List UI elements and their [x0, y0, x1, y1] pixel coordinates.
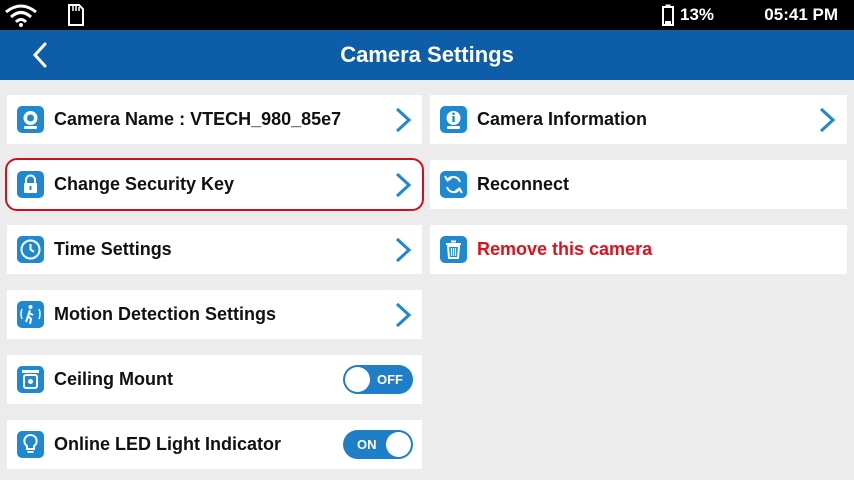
time-settings-row[interactable]: Time Settings: [7, 225, 422, 274]
row-label: Camera Name : VTECH_980_85e7: [54, 109, 342, 129]
row-label: Remove this camera: [477, 239, 653, 259]
chevron-right-icon: [395, 172, 412, 198]
chevron-right-icon: [395, 107, 412, 133]
row-label: Change Security Key: [54, 174, 235, 194]
row-label: Time Settings: [54, 239, 172, 259]
chevron-right-icon: [395, 302, 412, 328]
change-security-key-row[interactable]: Change Security Key: [5, 158, 424, 211]
wifi-icon: [5, 4, 37, 27]
camera-information-row[interactable]: Camera Information: [430, 95, 847, 144]
clock-icon: [17, 236, 44, 263]
sd-card-icon: [68, 4, 84, 26]
page-title: Camera Settings: [340, 42, 514, 67]
led-indicator-toggle[interactable]: ON: [343, 430, 413, 459]
row-label: Reconnect: [477, 174, 570, 194]
row-label: Camera Information: [477, 109, 648, 129]
toggle-knob: [386, 432, 411, 457]
ceiling-mount-toggle[interactable]: OFF: [343, 365, 413, 394]
trash-icon: [440, 236, 467, 263]
reconnect-row[interactable]: Reconnect: [430, 160, 847, 209]
chevron-right-icon: [395, 237, 412, 263]
motion-detection-row[interactable]: Motion Detection Settings: [7, 290, 422, 339]
info-camera-icon: [440, 106, 467, 133]
motion-icon: [17, 301, 44, 328]
remove-camera-row[interactable]: Remove this camera: [430, 225, 847, 274]
row-label: Online LED Light Indicator: [54, 434, 281, 454]
toggle-state: ON: [357, 437, 377, 452]
row-label: Motion Detection Settings: [54, 304, 276, 324]
lock-icon: [17, 171, 44, 198]
led-indicator-row: Online LED Light Indicator ON: [7, 420, 422, 469]
battery-percent: 13%: [680, 5, 715, 24]
ceiling-mount-icon: [17, 366, 44, 393]
toggle-state: OFF: [377, 372, 403, 387]
status-bar: 13% 05:41 PM: [0, 0, 854, 30]
toggle-knob: [345, 367, 370, 392]
camera-name-row[interactable]: Camera Name : VTECH_980_85e7: [7, 95, 422, 144]
lightbulb-icon: [17, 431, 44, 458]
battery-icon: [662, 4, 674, 26]
camera-icon: [17, 106, 44, 133]
row-label: Ceiling Mount: [54, 369, 173, 389]
app-bar: Camera Settings: [0, 30, 854, 80]
clock-time: 05:41 PM: [764, 5, 838, 24]
refresh-icon: [440, 171, 467, 198]
ceiling-mount-row: Ceiling Mount OFF: [7, 355, 422, 404]
chevron-right-icon: [819, 107, 836, 133]
